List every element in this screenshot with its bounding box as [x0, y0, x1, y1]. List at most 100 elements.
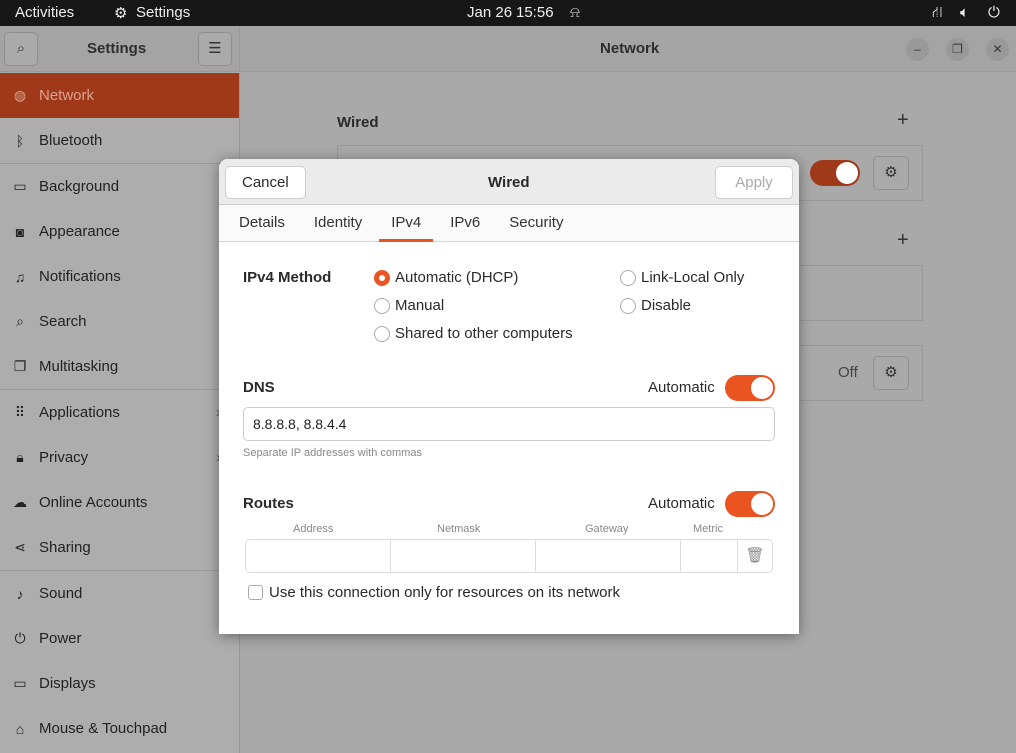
sidebar-item-sound[interactable]: ♪ Sound: [0, 571, 239, 616]
sidebar: ◍ Network ᛒ Bluetooth ▭ Background ◙ Appearance…: [0, 73, 240, 753]
column-netmask: Netmask: [437, 523, 481, 535]
sidebar-item-search[interactable]: ⌕ Search: [0, 299, 239, 344]
display-icon: ▭: [13, 675, 27, 691]
sidebar-item-label: Online Accounts: [39, 494, 148, 511]
routes-automatic-label: Automatic: [648, 495, 715, 512]
sidebar-item-label: Sharing: [39, 539, 91, 556]
add-vpn-icon[interactable]: +: [897, 229, 909, 252]
network-icon[interactable]: ⛙: [932, 4, 943, 23]
sidebar-item-online-accounts[interactable]: ☁ Online Accounts: [0, 480, 239, 525]
music-icon: ♪: [16, 585, 24, 602]
alarm-icon: ⍾: [570, 4, 580, 21]
share-icon: ⋖: [14, 539, 26, 555]
dns-input[interactable]: 8.8.8.8, 8.8.4.4: [243, 407, 775, 441]
sidebar-item-label: Notifications: [39, 268, 121, 285]
dns-automatic-label: Automatic: [648, 379, 715, 396]
radio-shared[interactable]: Shared to other computers: [374, 325, 573, 342]
sidebar-item-background[interactable]: ▭ Background: [0, 164, 239, 209]
sidebar-item-label: Appearance: [39, 223, 120, 240]
appearance-icon: ◙: [15, 223, 25, 240]
trash-icon: 🗑︎: [745, 547, 765, 564]
sidebar-item-mouse-touchpad[interactable]: ⌂ Mouse & Touchpad: [0, 706, 239, 751]
header-bar: ⌕ Settings ☰ Network – ❐ ✕: [0, 26, 1016, 72]
sidebar-item-displays[interactable]: ▭ Displays: [0, 661, 239, 706]
sidebar-item-privacy[interactable]: 🔒︎Privacy›: [0, 435, 239, 480]
routes-label: Routes: [243, 495, 294, 512]
radio-disable[interactable]: Disable: [620, 297, 691, 314]
power-icon[interactable]: ⏻: [988, 4, 1000, 21]
sidebar-item-label: Search: [39, 313, 87, 330]
add-wired-icon[interactable]: +: [897, 109, 909, 132]
wired-toggle[interactable]: [810, 160, 860, 186]
volume-icon[interactable]: 🔈︎: [960, 4, 969, 21]
sidebar-item-appearance[interactable]: ◙ Appearance: [0, 209, 239, 254]
settings-gear-icon: ⚙: [114, 5, 128, 22]
hamburger-icon: ☰: [208, 40, 222, 57]
only-resources-checkbox[interactable]: Use this connection only for resources o…: [248, 584, 620, 601]
sidebar-item-label: Privacy: [39, 449, 89, 466]
sidebar-item-label: Displays: [39, 675, 96, 692]
sidebar-item-notifications[interactable]: ♫ Notifications: [0, 254, 239, 299]
sidebar-item-sharing[interactable]: ⋖ Sharing: [0, 525, 239, 570]
close-button[interactable]: ✕: [986, 38, 1009, 61]
column-address: Address: [293, 523, 334, 535]
activities-button[interactable]: Activities: [15, 4, 74, 21]
radio-link-local[interactable]: Link-Local Only: [620, 269, 744, 286]
proxy-settings-button[interactable]: ⚙: [873, 356, 909, 390]
routes-automatic-toggle[interactable]: [725, 491, 775, 517]
time[interactable]: 15:56: [516, 4, 554, 21]
sidebar-item-label: Background: [39, 178, 120, 195]
sidebar-item-bluetooth[interactable]: ᛒ Bluetooth: [0, 118, 239, 163]
multitasking-icon: ❐: [13, 358, 27, 374]
minimize-button[interactable]: –: [906, 38, 929, 61]
sidebar-item-network[interactable]: ◍ Network: [0, 73, 239, 118]
bluetooth-icon: ᛒ: [15, 132, 25, 149]
sidebar-item-label: Mouse & Touchpad: [39, 720, 168, 737]
tab-identity[interactable]: Identity: [302, 205, 374, 241]
sidebar-item-power[interactable]: ⏻ Power: [0, 616, 239, 661]
lock-icon: 🔒︎: [16, 449, 24, 465]
wired-settings-button[interactable]: ⚙: [873, 156, 909, 190]
globe-icon: ◍: [13, 87, 27, 103]
radio-manual[interactable]: Manual: [374, 297, 444, 314]
dialog-title: Wired: [488, 174, 530, 191]
dns-automatic-toggle[interactable]: [725, 375, 775, 401]
ipv4-method-label: IPv4 Method: [243, 269, 332, 286]
monitor-icon: ▭: [13, 178, 27, 194]
netmask-input[interactable]: [391, 540, 536, 572]
column-metric: Metric: [693, 523, 723, 535]
sidebar-item-label: Power: [39, 630, 82, 647]
top-bar: Activities ⚙ Settings Jan 26 15:56 ⍾ ⛙ 🔈…: [0, 0, 1016, 26]
power-icon: ⏻: [14, 630, 26, 646]
cancel-button[interactable]: Cancel: [225, 166, 306, 199]
page-title: Network: [600, 40, 660, 57]
maximize-button[interactable]: ❐: [946, 38, 969, 61]
dns-label: DNS: [243, 379, 275, 396]
sidebar-item-label: Network: [39, 87, 95, 104]
tab-security[interactable]: Security: [497, 205, 575, 241]
radio-automatic-dhcp[interactable]: Automatic (DHCP): [374, 269, 518, 286]
sidebar-item-multitasking[interactable]: ❐ Multitasking: [0, 344, 239, 389]
date[interactable]: Jan 26: [467, 4, 512, 21]
wired-heading: Wired: [337, 114, 379, 131]
sidebar-title: Settings: [87, 40, 147, 57]
gateway-input[interactable]: [536, 540, 681, 572]
wired-dialog: Cancel Wired Apply Details Identity IPv4…: [219, 159, 799, 634]
address-input[interactable]: [246, 540, 391, 572]
delete-route-button[interactable]: 🗑︎: [738, 540, 772, 572]
proxy-status: Off: [838, 364, 858, 381]
sidebar-item-applications[interactable]: ⠿Applications›: [0, 390, 239, 435]
tab-details[interactable]: Details: [227, 205, 297, 241]
metric-input[interactable]: [681, 540, 738, 572]
tab-ipv4[interactable]: IPv4: [379, 205, 434, 242]
tab-ipv6[interactable]: IPv6: [438, 205, 492, 241]
dns-hint: Separate IP addresses with commas: [243, 447, 422, 459]
sidebar-item-label: Applications: [39, 404, 120, 421]
search-button[interactable]: ⌕: [4, 32, 38, 66]
sidebar-item-label: Bluetooth: [39, 132, 103, 149]
apply-button[interactable]: Apply: [715, 166, 793, 199]
app-menu[interactable]: Settings: [136, 4, 190, 21]
menu-button[interactable]: ☰: [198, 32, 232, 66]
column-gateway: Gateway: [585, 523, 629, 535]
search-icon: ⌕: [16, 313, 24, 329]
